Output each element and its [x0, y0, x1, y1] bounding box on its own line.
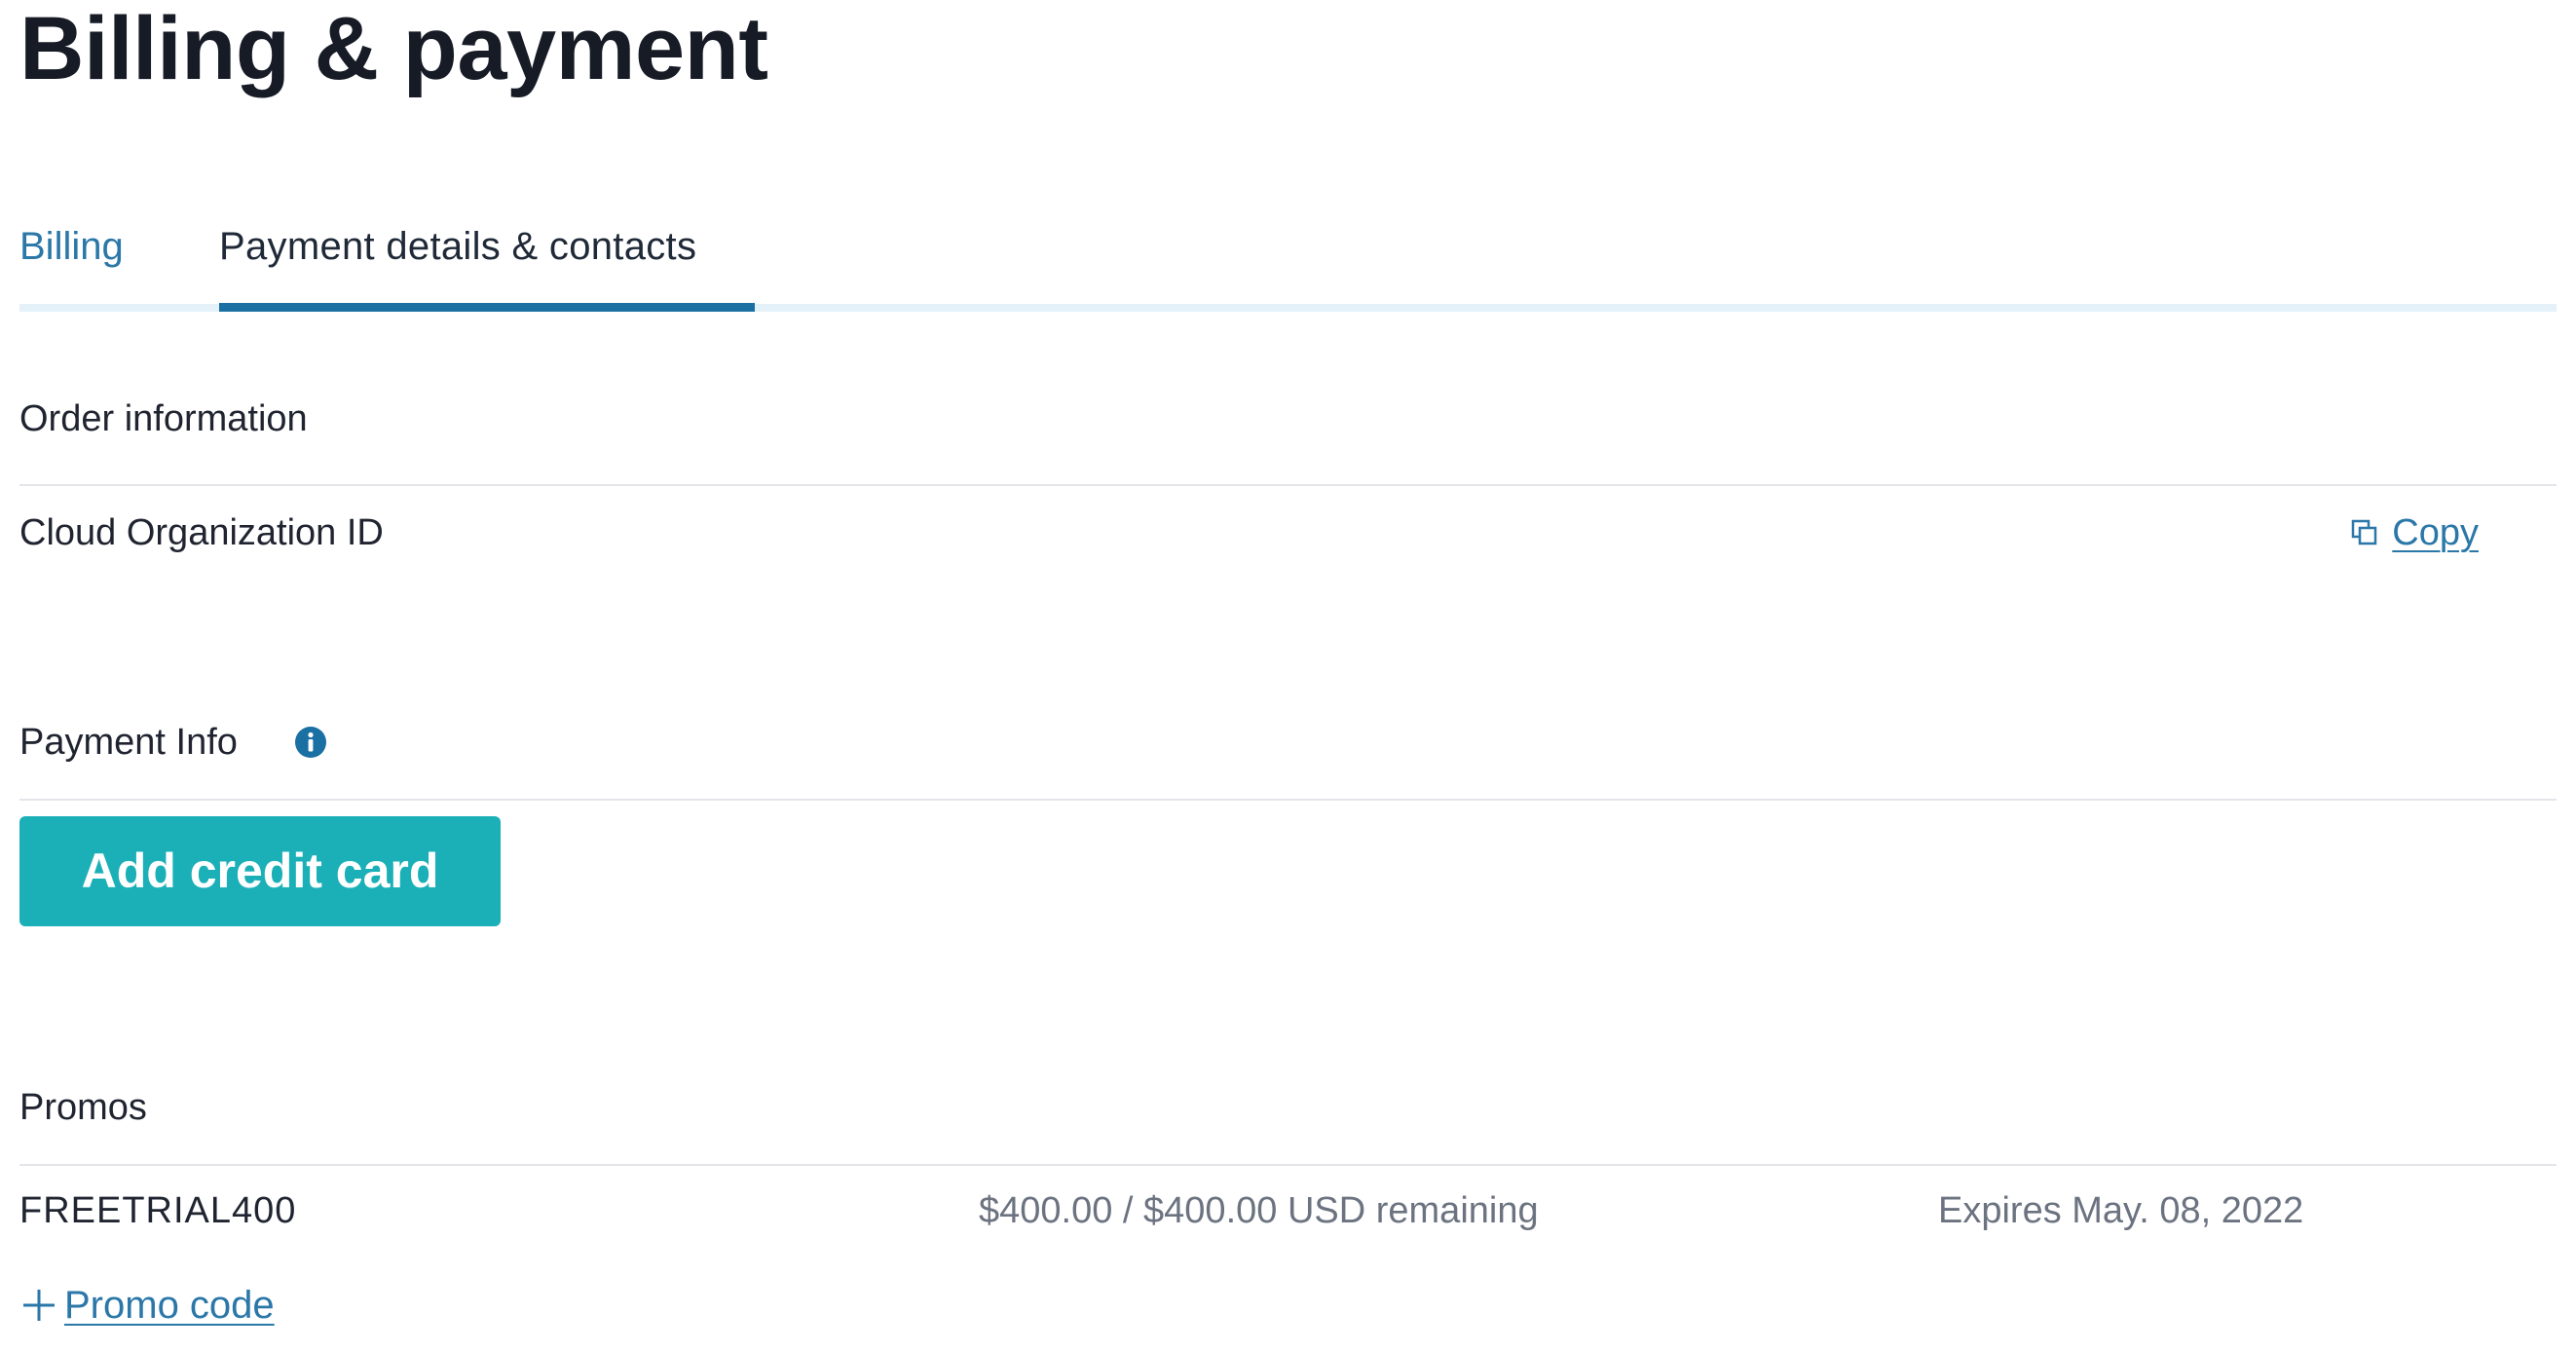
promo-remaining-balance: $400.00 / $400.00 USD remaining: [979, 1190, 1539, 1231]
tab-bar: Billing Payment details & contacts: [19, 216, 2557, 312]
order-information-heading: Order information: [19, 398, 308, 439]
info-icon[interactable]: [294, 726, 327, 759]
add-promo-code-link[interactable]: Promo code: [19, 1281, 275, 1330]
payment-info-divider: [19, 799, 2557, 801]
promo-code-value: FREETRIAL400: [19, 1190, 297, 1231]
copy-button[interactable]: Copy: [2351, 508, 2479, 557]
promos-divider: [19, 1164, 2557, 1166]
plus-icon: [23, 1290, 55, 1321]
payment-info-heading: Payment Info: [19, 722, 238, 763]
tab-payment-details-contacts[interactable]: Payment details & contacts: [219, 222, 696, 271]
tab-billing[interactable]: Billing: [19, 222, 124, 271]
add-promo-code-label: Promo code: [64, 1284, 275, 1327]
add-credit-card-button[interactable]: Add credit card: [19, 816, 501, 926]
promo-expiration-date: Expires May. 08, 2022: [1938, 1190, 2304, 1231]
copy-link-label: Copy: [2392, 512, 2479, 553]
cloud-organization-id-label: Cloud Organization ID: [19, 512, 384, 553]
page-title: Billing & payment: [19, 0, 768, 98]
tab-active-indicator: [219, 303, 755, 312]
copy-icon: [2352, 519, 2377, 545]
order-information-divider: [19, 484, 2557, 486]
promos-heading: Promos: [19, 1087, 147, 1128]
